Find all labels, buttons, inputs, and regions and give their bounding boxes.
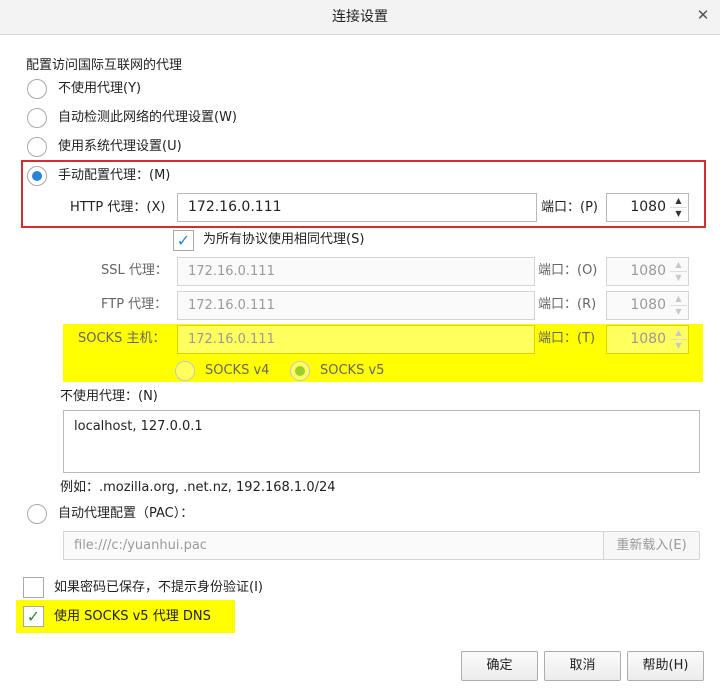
- pac-url-input[interactable]: file:///c:/yuanhui.pac: [63, 531, 604, 560]
- socks-port-label: 端口：(T): [538, 331, 596, 346]
- ssl-port-stepper[interactable]: 1080 ▲ ▼: [606, 257, 689, 286]
- radio-no-proxy-label[interactable]: 不使用代理(Y): [58, 79, 141, 99]
- socks-port-value: 1080: [630, 331, 666, 347]
- reload-button[interactable]: 重新载入(E): [603, 531, 700, 560]
- no-proxy-label: 不使用代理：(N): [60, 389, 158, 404]
- spin-up-icon[interactable]: ▲: [670, 195, 687, 208]
- window-title: 连接设置: [332, 9, 388, 25]
- ftp-port-stepper[interactable]: 1080 ▲ ▼: [606, 291, 689, 320]
- radio-socks-v5[interactable]: [290, 361, 310, 381]
- ssl-port-label: 端口：(O): [538, 263, 598, 278]
- ssl-proxy-input[interactable]: 172.16.0.111: [177, 257, 535, 286]
- cancel-button[interactable]: 取消: [544, 651, 621, 681]
- no-auth-prompt-checkbox[interactable]: [23, 577, 44, 598]
- socks-dns-checkbox[interactable]: ✓: [23, 606, 44, 627]
- same-proxy-checkbox[interactable]: ✓: [173, 230, 194, 251]
- help-button[interactable]: 帮助(H): [627, 651, 704, 681]
- socks-port-stepper[interactable]: 1080 ▲ ▼: [606, 325, 689, 354]
- ftp-proxy-label: FTP 代理：: [101, 297, 168, 312]
- http-port-label: 端口：(P): [541, 200, 598, 215]
- spin-down-icon[interactable]: ▼: [670, 208, 687, 220]
- radio-socks-v5-label[interactable]: SOCKS v5: [320, 361, 384, 381]
- checkmark-icon: ✓: [26, 607, 41, 626]
- spin-up-icon[interactable]: ▲: [670, 327, 687, 340]
- radio-auto-detect[interactable]: [27, 108, 47, 128]
- spin-down-icon[interactable]: ▼: [670, 306, 687, 318]
- ftp-proxy-input[interactable]: 172.16.0.111: [177, 291, 535, 320]
- socks-host-input[interactable]: 172.16.0.111: [177, 325, 535, 354]
- http-port-value: 1080: [630, 199, 666, 215]
- no-auth-prompt-label[interactable]: 如果密码已保存，不提示身份验证(I): [54, 578, 263, 598]
- ssl-proxy-label: SSL 代理：: [101, 263, 168, 278]
- radio-socks-v4[interactable]: [175, 361, 195, 381]
- radio-system-proxy-label[interactable]: 使用系统代理设置(U): [58, 137, 182, 157]
- spin-up-icon[interactable]: ▲: [670, 259, 687, 272]
- radio-system-proxy[interactable]: [27, 137, 47, 157]
- radio-pac-label[interactable]: 自动代理配置（PAC）：: [58, 504, 193, 524]
- radio-manual-proxy[interactable]: [27, 166, 47, 186]
- http-proxy-input[interactable]: 172.16.0.111: [177, 193, 537, 222]
- socks-host-label: SOCKS 主机：: [78, 331, 166, 346]
- no-proxy-example: 例如：.mozilla.org, .net.nz, 192.168.1.0/24: [60, 480, 336, 495]
- ok-button[interactable]: 确定: [461, 651, 538, 681]
- radio-pac[interactable]: [27, 504, 47, 524]
- radio-socks-v4-label[interactable]: SOCKS v4: [205, 361, 269, 381]
- checkmark-icon: ✓: [176, 231, 191, 250]
- spin-up-icon[interactable]: ▲: [670, 293, 687, 306]
- spin-down-icon[interactable]: ▼: [670, 272, 687, 284]
- close-icon[interactable]: ✕: [692, 4, 714, 26]
- radio-no-proxy[interactable]: [27, 79, 47, 99]
- ftp-port-label: 端口：(R): [538, 297, 597, 312]
- radio-manual-proxy-label[interactable]: 手动配置代理：(M): [58, 166, 170, 186]
- no-proxy-textarea[interactable]: localhost, 127.0.0.1: [63, 410, 700, 473]
- radio-auto-detect-label[interactable]: 自动检测此网络的代理设置(W): [58, 108, 237, 128]
- ftp-port-value: 1080: [630, 297, 666, 313]
- socks-dns-label[interactable]: 使用 SOCKS v5 代理 DNS: [54, 607, 211, 627]
- same-proxy-label[interactable]: 为所有协议使用相同代理(S): [203, 230, 364, 250]
- http-port-stepper[interactable]: 1080 ▲ ▼: [606, 193, 689, 222]
- section-title: 配置访问国际互联网的代理: [26, 58, 183, 73]
- http-proxy-label: HTTP 代理：(X): [70, 200, 166, 215]
- ssl-port-value: 1080: [630, 263, 666, 279]
- spin-down-icon[interactable]: ▼: [670, 340, 687, 352]
